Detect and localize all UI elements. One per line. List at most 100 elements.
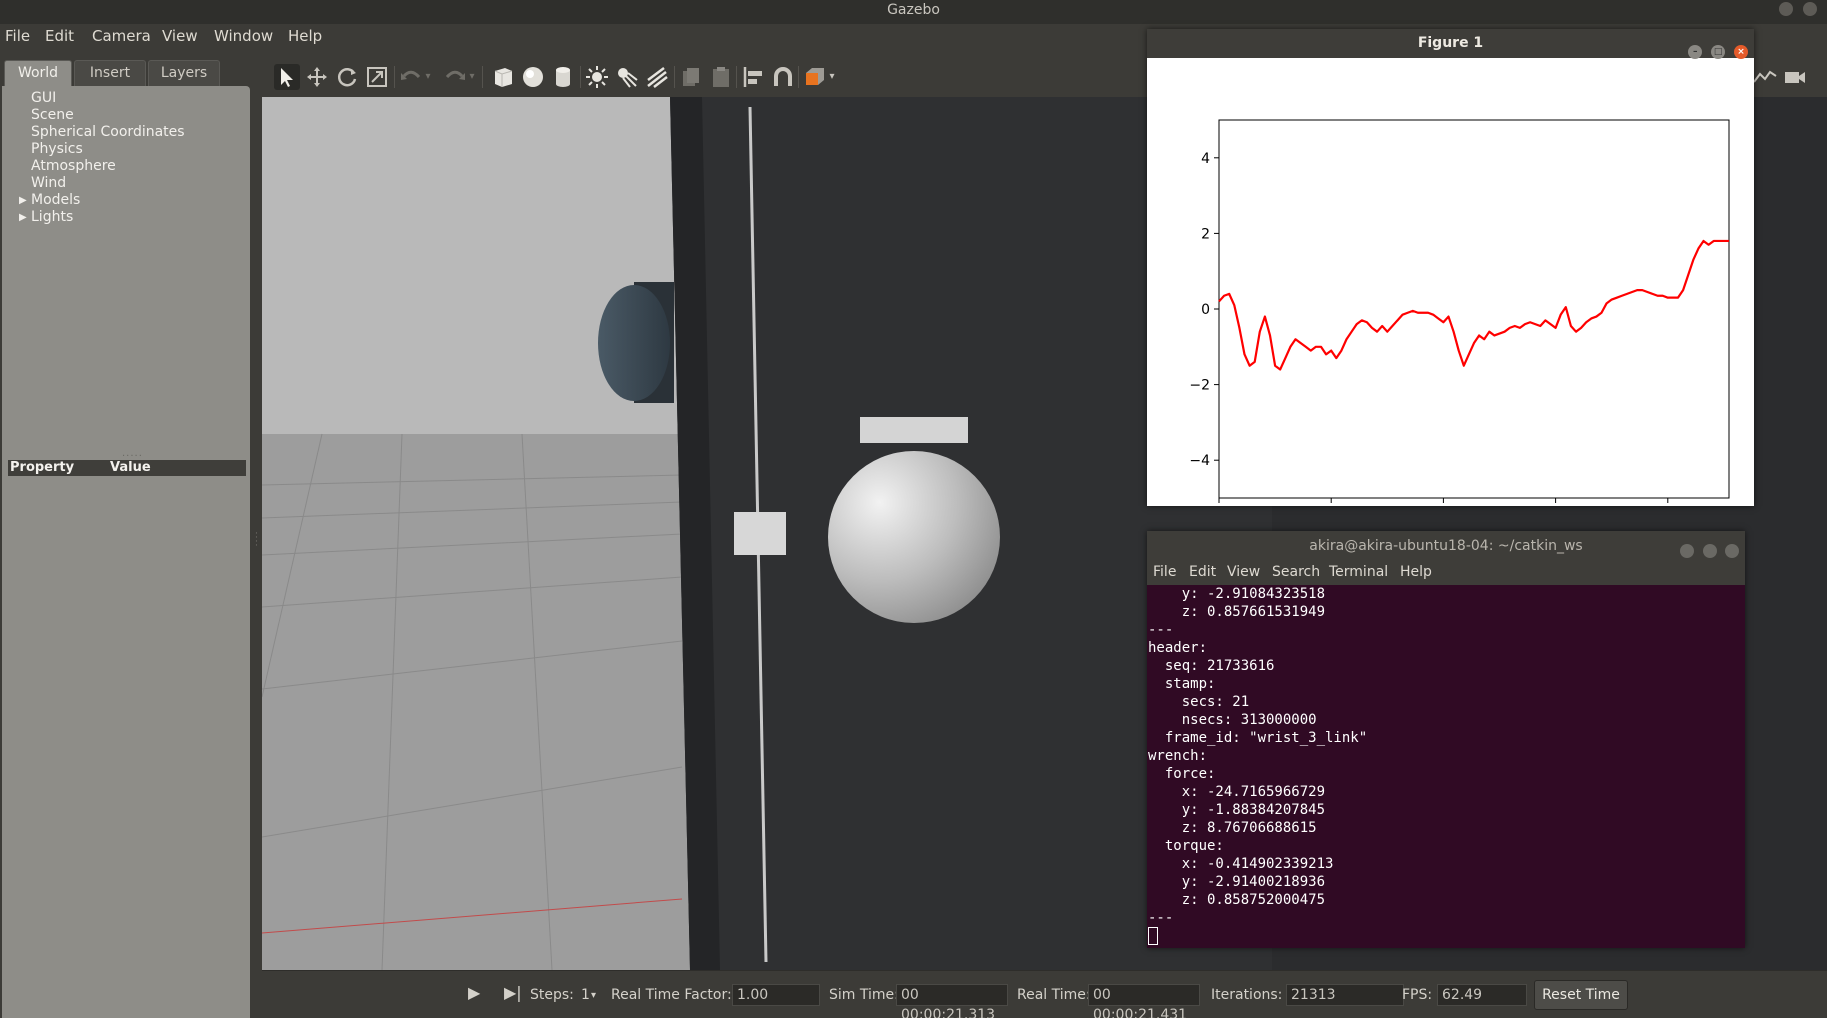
splitter-grip-icon: · · · · — [255, 529, 258, 551]
tab-insert[interactable]: Insert — [74, 60, 146, 86]
tree-item-models[interactable]: Models — [31, 192, 80, 208]
redo-icon[interactable] — [442, 64, 468, 90]
redo-dropdown-icon[interactable]: ▾ — [466, 64, 478, 90]
video-record-icon[interactable] — [1782, 64, 1808, 90]
terminal-line: secs: 21 — [1148, 694, 1250, 710]
panel-splitter-handle[interactable]: ..... — [122, 448, 143, 459]
view-angle-icon[interactable] — [802, 64, 828, 90]
expand-models-icon[interactable]: ▶ — [19, 195, 27, 206]
real-time-factor-label: Real Time Factor: — [611, 987, 732, 1003]
terminal-line: z: 0.858752000475 — [1148, 892, 1326, 908]
tree-item-wind[interactable]: Wind — [31, 175, 66, 191]
menu-view[interactable]: View — [162, 27, 198, 45]
terminal-line: y: -1.88384207845 — [1148, 802, 1326, 818]
cylinder-icon[interactable] — [550, 64, 576, 90]
terminal-menu-bar: File Edit View Search Terminal Help — [1147, 561, 1745, 585]
view-angle-dropdown-icon[interactable]: ▾ — [826, 64, 838, 90]
minimize-icon[interactable] — [1778, 2, 1793, 16]
figure-close-icon[interactable]: × — [1734, 45, 1748, 59]
tree-item-gui[interactable]: GUI — [31, 90, 56, 106]
terminal-line: z: 8.76706688615 — [1148, 820, 1317, 836]
tree-item-spherical-coordinates[interactable]: Spherical Coordinates — [31, 124, 185, 140]
terminal-menu-view[interactable]: View — [1227, 564, 1260, 580]
door-latch — [734, 512, 786, 555]
terminal-cursor — [1148, 927, 1158, 945]
window-titlebar: Gazebo — [0, 0, 1827, 24]
menu-file[interactable]: File — [5, 27, 30, 45]
menu-window[interactable]: Window — [214, 27, 273, 45]
expand-lights-icon[interactable]: ▶ — [19, 212, 27, 223]
directional-light-icon[interactable] — [644, 64, 670, 90]
magnet-icon[interactable] — [770, 64, 796, 90]
reset-time-button[interactable]: Reset Time — [1534, 980, 1628, 1010]
vertical-splitter[interactable]: · · · · — [252, 52, 262, 1018]
iterations-label: Iterations: — [1211, 987, 1283, 1003]
spot-light-icon[interactable] — [614, 64, 640, 90]
world-tree: GUI Scene Spherical Coordinates Physics … — [2, 86, 250, 406]
align-icon[interactable] — [740, 64, 766, 90]
window-title: Gazebo — [887, 2, 940, 18]
terminal-line: nsecs: 313000000 — [1148, 712, 1317, 728]
terminal-line: y: -2.91400218936 — [1148, 874, 1326, 890]
paste-icon[interactable] — [708, 64, 734, 90]
undo-dropdown-icon[interactable]: ▾ — [422, 64, 434, 90]
terminal-output[interactable]: y: -2.91084323518 z: 0.857661531949 --- he… — [1147, 585, 1745, 948]
terminal-line: --- — [1148, 622, 1174, 638]
box-icon[interactable] — [490, 64, 516, 90]
y-tick-label: −2 — [1189, 378, 1210, 394]
figure-window: Figure 1 – □ × 4 2 0 −2 −4 — [1147, 29, 1754, 506]
terminal-line: torque: — [1148, 838, 1224, 854]
figure-title: Figure 1 — [1417, 35, 1484, 51]
terminal-maximize-icon[interactable] — [1702, 544, 1717, 558]
play-icon[interactable]: ▶ — [468, 983, 480, 1002]
sim-time-field: 00 00:00:21.313 — [896, 984, 1008, 1018]
terminal-menu-terminal[interactable]: Terminal — [1329, 564, 1388, 580]
point-light-icon[interactable] — [584, 64, 610, 90]
copy-icon[interactable] — [678, 64, 704, 90]
terminal-minimize-icon[interactable] — [1680, 544, 1695, 558]
line-chart[interactable]: 4 2 0 −2 −4 — [1147, 58, 1754, 506]
close-icon[interactable] — [1803, 2, 1817, 16]
terminal-menu-edit[interactable]: Edit — [1189, 564, 1216, 580]
scale-icon[interactable] — [364, 64, 390, 90]
chart-axes-frame — [1218, 119, 1730, 499]
tree-item-atmosphere[interactable]: Atmosphere — [31, 158, 116, 174]
tree-item-lights[interactable]: Lights — [31, 209, 73, 225]
menu-edit[interactable]: Edit — [45, 27, 74, 45]
x-axis-line — [262, 898, 683, 934]
terminal-menu-help[interactable]: Help — [1400, 564, 1432, 580]
tab-layers[interactable]: Layers — [148, 60, 220, 86]
terminal-window[interactable]: akira@akira-ubuntu18-04: ~/catkin_ws Fil… — [1147, 531, 1745, 948]
tree-item-scene[interactable]: Scene — [31, 107, 74, 123]
terminal-close-icon[interactable] — [1725, 544, 1739, 558]
property-header: Property Value — [8, 460, 246, 476]
terminal-line: header: — [1148, 640, 1208, 656]
terminal-titlebar: akira@akira-ubuntu18-04: ~/catkin_ws — [1147, 531, 1745, 561]
left-panel: World Insert Layers GUI Scene Spherical … — [0, 58, 252, 1018]
terminal-line: z: 0.857661531949 — [1148, 604, 1326, 620]
figure-minimize-icon[interactable]: – — [1688, 45, 1703, 59]
menu-camera[interactable]: Camera — [92, 27, 151, 45]
terminal-line: --- — [1148, 910, 1174, 926]
door-handle-bar — [860, 417, 968, 443]
window-controls — [1773, 2, 1817, 22]
fps-label: FPS: — [1402, 987, 1433, 1003]
steps-value[interactable]: 1 — [581, 987, 590, 1003]
terminal-menu-file[interactable]: File — [1153, 564, 1176, 580]
sphere-icon[interactable] — [520, 64, 546, 90]
tree-item-physics[interactable]: Physics — [31, 141, 83, 157]
rotate-icon[interactable] — [334, 64, 360, 90]
door-knob-sphere — [828, 451, 1000, 623]
terminal-prompt[interactable] — [1148, 927, 1745, 945]
plot-icon[interactable] — [1752, 64, 1778, 90]
menu-help[interactable]: Help — [288, 27, 322, 45]
figure-titlebar: Figure 1 – □ × — [1147, 29, 1754, 59]
step-icon[interactable]: ▶| — [504, 983, 522, 1002]
undo-icon[interactable] — [398, 64, 424, 90]
tab-world[interactable]: World — [4, 60, 72, 86]
terminal-menu-search[interactable]: Search — [1272, 564, 1320, 580]
figure-maximize-icon[interactable]: □ — [1711, 45, 1726, 59]
steps-dropdown-icon[interactable]: ▾ — [591, 990, 596, 1001]
translate-icon[interactable] — [304, 64, 330, 90]
select-arrow-icon[interactable] — [274, 64, 300, 90]
